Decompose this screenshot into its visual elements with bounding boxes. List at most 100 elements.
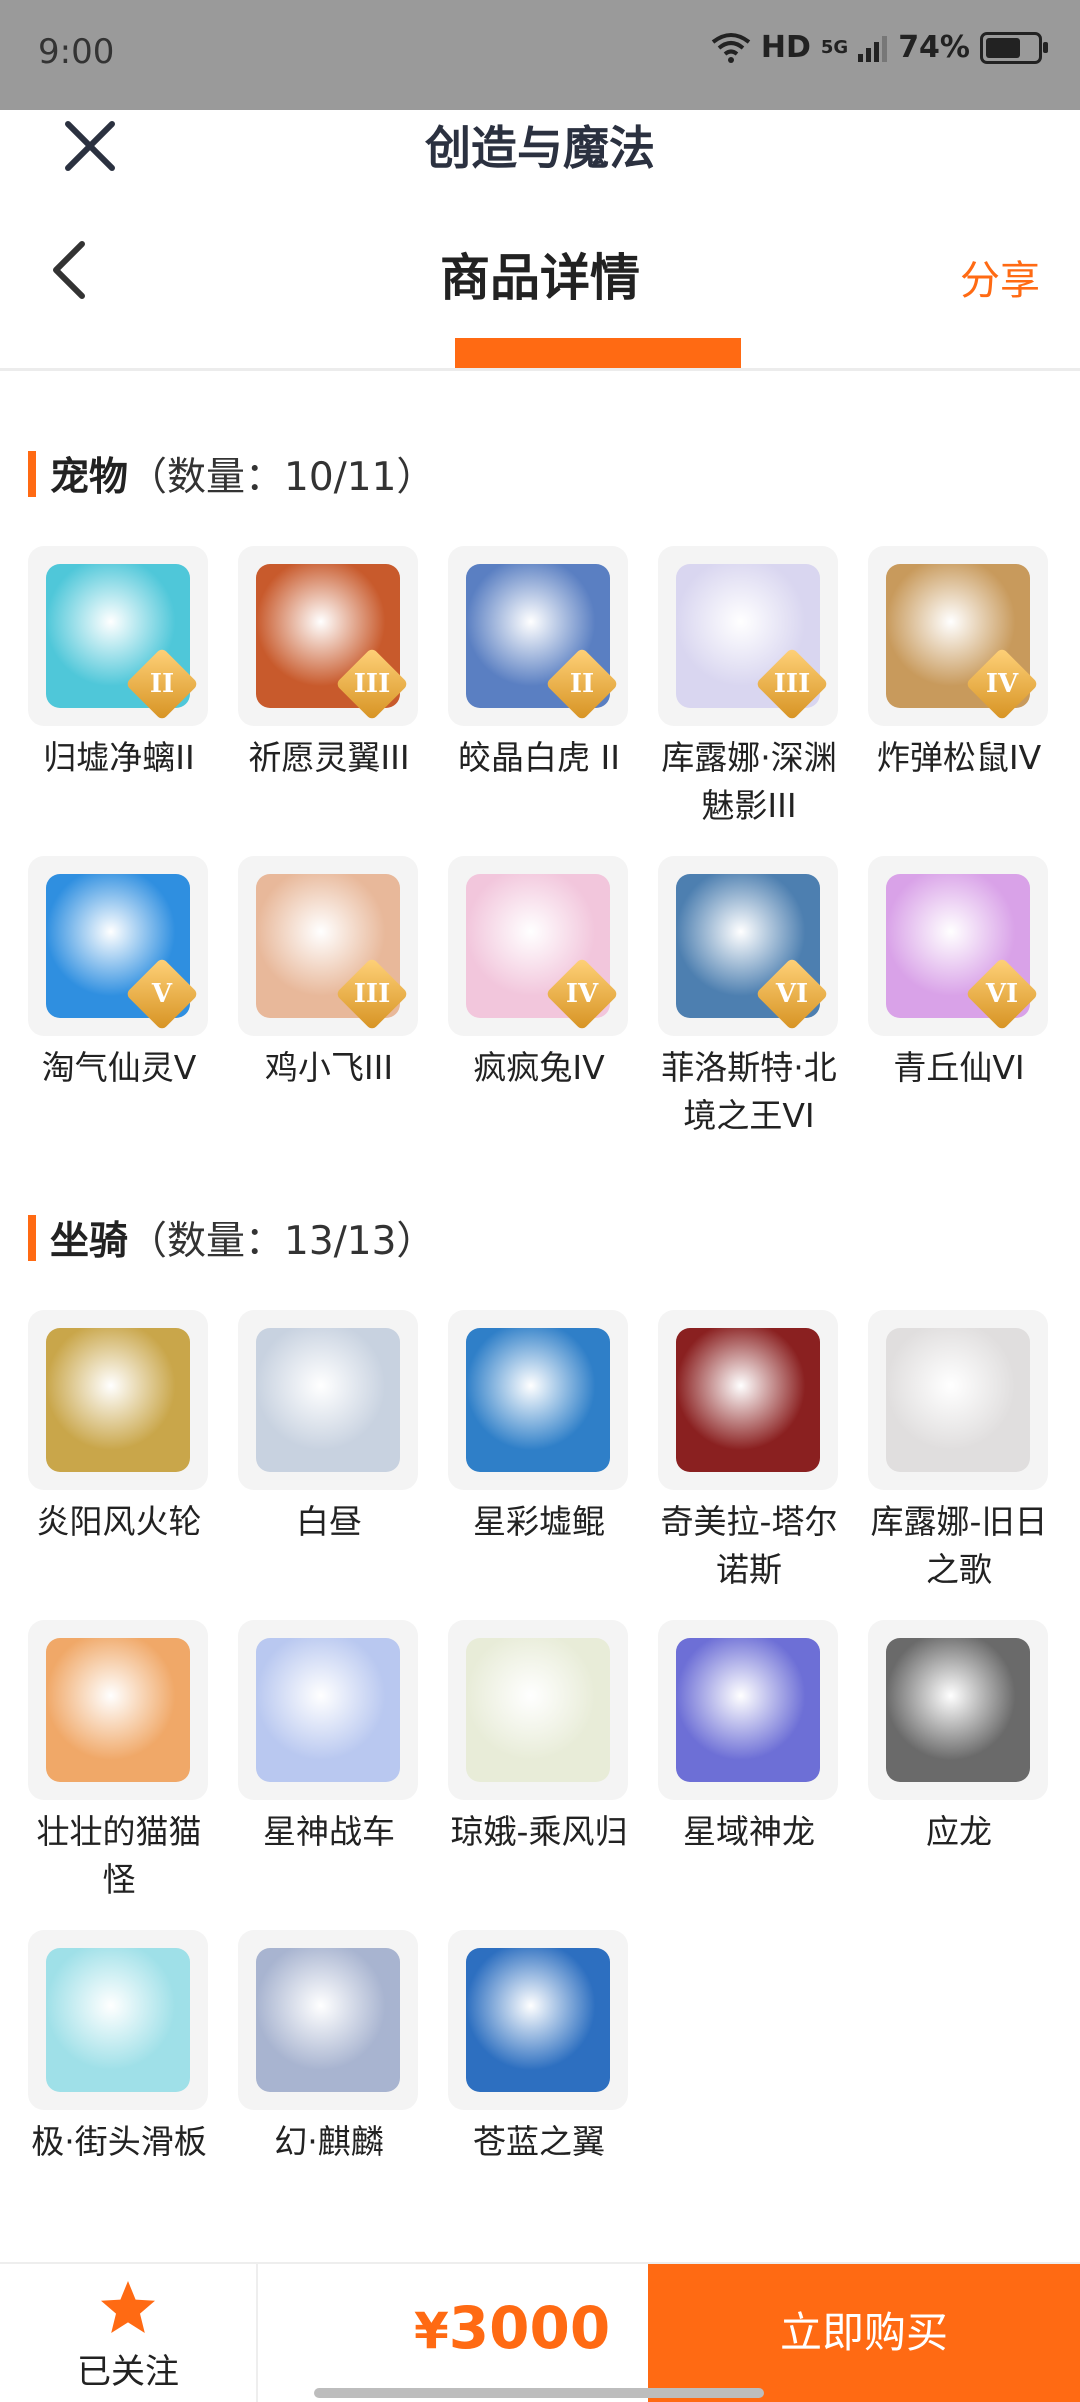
mounts-section-title: 坐骑 （数量：13/13） xyxy=(28,1214,435,1264)
mounts-count: （数量：13/13） xyxy=(128,1219,436,1264)
item-name: 白昼 xyxy=(296,1502,362,1541)
star-icon xyxy=(101,2281,155,2333)
item-name: 鸡小飞III xyxy=(264,1048,394,1087)
item-name: 星神战车 xyxy=(263,1812,395,1851)
rank-label: V xyxy=(151,979,173,1009)
grid-item[interactable]: II 归墟净螭II xyxy=(28,546,210,782)
grid-item[interactable]: 星域神龙 xyxy=(658,1620,840,1856)
grid-item[interactable]: 琼娥-乘风归 xyxy=(448,1620,630,1856)
item-thumbnail: III xyxy=(238,856,418,1036)
item-thumbnail: III xyxy=(658,546,838,726)
rank-label: VI xyxy=(985,979,1019,1009)
pets-section-title: 宠物 （数量：10/11） xyxy=(28,450,435,500)
grid-item[interactable]: II 皎晶白虎 II xyxy=(448,546,630,782)
pets-title: 宠物 xyxy=(50,455,129,500)
network-label: HD xyxy=(760,30,811,65)
follow-label: 已关注 xyxy=(77,2352,179,2392)
item-name: 幻·麒麟 xyxy=(274,2122,384,2161)
grid-item[interactable]: IV 疯疯兔IV xyxy=(448,856,630,1092)
item-thumbnail xyxy=(238,1930,418,2110)
item-thumbnail: II xyxy=(448,546,628,726)
item-image xyxy=(466,1638,610,1782)
tab-indicator xyxy=(455,338,741,368)
grid-item[interactable]: 星神战车 xyxy=(238,1620,420,1856)
item-image xyxy=(46,1948,190,2092)
rank-label: III xyxy=(773,669,811,699)
item-name: 菲洛斯特·北境之王VI xyxy=(661,1048,837,1135)
item-thumbnail xyxy=(238,1310,418,1490)
rank-label: III xyxy=(353,979,391,1009)
signal-label: 5G xyxy=(820,37,849,58)
section-accent-bar xyxy=(28,1215,36,1261)
status-icons: HD 5G 74% xyxy=(711,30,1048,65)
item-thumbnail: II xyxy=(28,546,208,726)
item-name: 应龙 xyxy=(926,1812,992,1851)
grid-item[interactable]: 苍蓝之翼 xyxy=(448,1930,630,2166)
price-symbol: ¥ xyxy=(414,2302,449,2360)
follow-button[interactable]: 已关注 xyxy=(0,2264,258,2402)
item-image xyxy=(256,1638,400,1782)
item-thumbnail xyxy=(658,1620,838,1800)
item-name: 归墟净螭II xyxy=(43,738,195,777)
grid-item[interactable]: 奇美拉-塔尔诺斯 xyxy=(658,1310,840,1594)
pets-count: （数量：10/11） xyxy=(128,455,436,500)
item-name: 淘气仙灵V xyxy=(41,1048,197,1087)
signal-icon xyxy=(858,35,888,62)
grid-item[interactable]: 应龙 xyxy=(868,1620,1050,1856)
grid-item[interactable]: VI 菲洛斯特·北境之王VI xyxy=(658,856,840,1140)
grid-item[interactable]: 库露娜-旧日之歌 xyxy=(868,1310,1050,1594)
wifi-icon xyxy=(711,32,751,63)
item-thumbnail xyxy=(868,1310,1048,1490)
item-thumbnail: VI xyxy=(868,856,1048,1036)
grid-item[interactable]: VI 青丘仙VI xyxy=(868,856,1050,1092)
grid-item[interactable]: 极·街头滑板 xyxy=(28,1930,210,2166)
item-name: 星彩墟鲲 xyxy=(473,1502,605,1541)
item-name: 疯疯兔IV xyxy=(473,1048,605,1087)
item-name: 祈愿灵翼III xyxy=(248,738,410,777)
item-image xyxy=(256,1948,400,2092)
grid-item[interactable]: IV 炸弹松鼠IV xyxy=(868,546,1050,782)
battery-fill xyxy=(986,37,1021,58)
item-image xyxy=(676,1638,820,1782)
grid-item[interactable]: III 鸡小飞III xyxy=(238,856,420,1092)
item-name: 库露娜-旧日之歌 xyxy=(870,1502,1048,1589)
app-title: 创造与魔法 xyxy=(425,121,655,175)
grid-item[interactable]: 壮壮的猫猫怪 xyxy=(28,1620,210,1904)
grid-item[interactable]: 白昼 xyxy=(238,1310,420,1546)
item-name: 青丘仙VI xyxy=(893,1048,1025,1087)
item-name: 皎晶白虎 II xyxy=(458,738,620,777)
section-accent-bar xyxy=(28,451,36,497)
buy-button[interactable]: 立即购买 xyxy=(648,2264,1080,2402)
battery-icon xyxy=(980,31,1048,64)
status-time: 9:00 xyxy=(38,32,115,72)
item-name: 苍蓝之翼 xyxy=(473,2122,605,2161)
item-image xyxy=(466,1328,610,1472)
item-thumbnail: IV xyxy=(868,546,1048,726)
grid-item[interactable]: 星彩墟鲲 xyxy=(448,1310,630,1546)
grid-item[interactable]: 炎阳风火轮 xyxy=(28,1310,210,1546)
item-image xyxy=(46,1328,190,1472)
grid-item[interactable]: V 淘气仙灵V xyxy=(28,856,210,1092)
item-name: 壮壮的猫猫怪 xyxy=(36,1812,202,1899)
bottom-bar: 已关注 ¥3000 立即购买 xyxy=(0,2262,1080,2402)
rank-label: II xyxy=(569,669,595,699)
mounts-title: 坐骑 xyxy=(50,1219,129,1264)
grid-item[interactable]: III 库露娜·深渊魅影III xyxy=(658,546,840,830)
item-thumbnail xyxy=(28,1310,208,1490)
item-name: 星域神龙 xyxy=(683,1812,815,1851)
share-button[interactable]: 分享 xyxy=(960,248,1040,306)
item-thumbnail xyxy=(868,1620,1048,1800)
item-name: 炎阳风火轮 xyxy=(36,1502,202,1541)
item-name: 极·街头滑板 xyxy=(31,2122,207,2161)
grid-item[interactable]: III 祈愿灵翼III xyxy=(238,546,420,782)
price-value: 3000 xyxy=(448,2294,611,2362)
item-name: 炸弹松鼠IV xyxy=(876,738,1042,777)
item-thumbnail xyxy=(658,1310,838,1490)
item-image xyxy=(676,1328,820,1472)
battery-percent: 74% xyxy=(898,30,970,65)
grid-item[interactable]: 幻·麒麟 xyxy=(238,1930,420,2166)
rank-label: IV xyxy=(985,669,1019,699)
item-thumbnail xyxy=(448,1930,628,2110)
item-image xyxy=(256,1328,400,1472)
item-thumbnail xyxy=(28,1620,208,1800)
